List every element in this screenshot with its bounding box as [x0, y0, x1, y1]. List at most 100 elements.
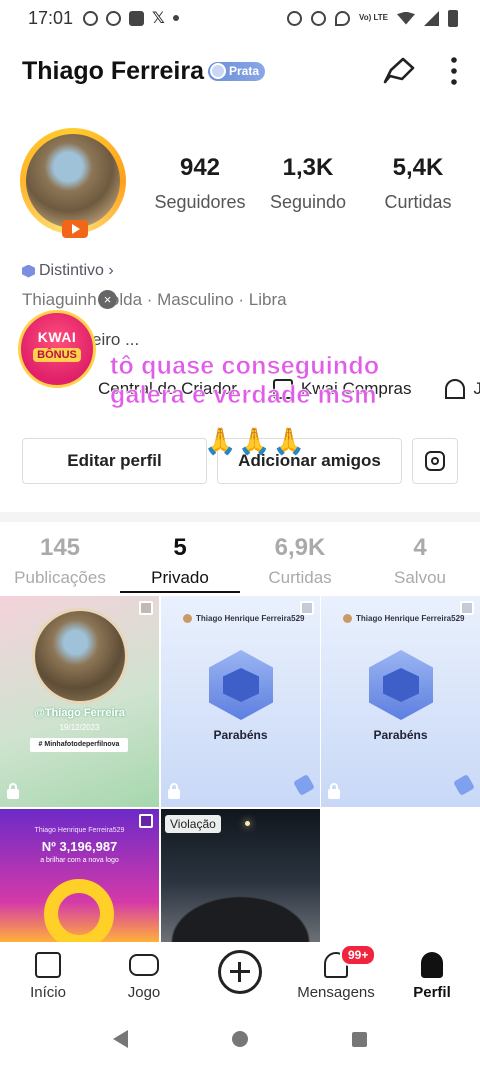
sync-icon: [310, 10, 326, 26]
avatar-dot-icon: [183, 614, 192, 623]
overlay-line2: galera e verdade msm: [110, 381, 377, 410]
close-icon[interactable]: ×: [98, 290, 117, 309]
alarm-icon: [286, 10, 302, 26]
stat-seguindo[interactable]: 1,3K Seguindo: [254, 154, 362, 213]
post-header: Thiago Henrique Ferreira529: [183, 614, 304, 623]
tab-label: Salvou: [394, 568, 446, 587]
post-author: Thiago Henrique Ferreira529: [196, 614, 305, 623]
post-title: Parabéns: [213, 728, 268, 742]
post-header: Thiago Henrique Ferreira529: [343, 614, 464, 623]
app-notification-icon: [83, 10, 99, 26]
tab-count: 145: [39, 534, 81, 561]
whatsapp-icon: [106, 10, 122, 26]
post-author: Thiago Henrique Ferreira529: [356, 614, 465, 623]
recents-icon[interactable]: [352, 1031, 367, 1047]
post-photo: [32, 608, 128, 704]
car-dashboard: [161, 890, 320, 942]
multi-image-icon: [300, 601, 314, 615]
overlay-caption: tô quase conseguindo galera e verdade ms…: [110, 352, 380, 410]
post-thumbnail[interactable]: Violação: [161, 809, 320, 942]
violation-label: Violação: [165, 815, 221, 833]
multi-image-icon: [139, 601, 153, 615]
instagram-icon: [425, 451, 445, 471]
notification-badge: 99+: [340, 944, 377, 966]
nav-mensagens[interactable]: Mensagens 99+: [288, 942, 384, 1012]
tab-label: Privado: [151, 568, 209, 587]
battery-icon: [448, 9, 458, 27]
stat-seguidores[interactable]: 942 Seguidores: [148, 154, 252, 213]
gamepad-icon: [129, 954, 159, 976]
nav-create[interactable]: [192, 942, 288, 1012]
x-icon: 𝕏: [152, 10, 165, 27]
home-icon: [35, 952, 61, 978]
post-thumbnail[interactable]: Thiago Henrique Ferreira529 Nº 3,196,987…: [0, 809, 159, 942]
more-notifications-icon: [172, 15, 179, 21]
post-title: Parabéns: [373, 728, 428, 742]
plus-icon: [218, 950, 262, 994]
level-badge[interactable]: Prata: [208, 61, 266, 81]
tab-count: 6,9K: [274, 534, 326, 561]
nav-label: Início: [30, 984, 66, 1001]
post-thumbnail[interactable]: Thiago Henrique Ferreira529 Parabéns: [161, 596, 320, 807]
location-icon: [334, 10, 350, 26]
home-circle-icon[interactable]: [232, 1031, 248, 1047]
tab-salvou[interactable]: 4 Salvou: [360, 530, 480, 594]
more-options-icon[interactable]: [450, 56, 458, 86]
shortcut-label: Ju: [473, 379, 480, 398]
youtube-icon: [129, 10, 145, 26]
back-icon[interactable]: [113, 1030, 128, 1048]
post-number: Nº 3,196,987: [41, 839, 118, 854]
stat-label: Curtidas: [384, 192, 452, 212]
bottom-navigation: Início Jogo Mensagens 99+ Perfil: [0, 942, 480, 1012]
stat-label: Seguidores: [154, 192, 246, 212]
kwai-bonus-line2: BÔNUS: [33, 348, 81, 362]
nav-label: Perfil: [413, 984, 451, 1001]
shortcut-ju[interactable]: Ju: [445, 379, 480, 399]
tab-curtidas[interactable]: 6,9K Curtidas: [240, 530, 360, 594]
tab-count: 5: [173, 534, 187, 561]
post-hashtag: # Minhafotodeperfilnova: [30, 738, 128, 752]
stat-value: 942: [179, 154, 221, 181]
medal-icon: [209, 650, 273, 720]
tab-privado[interactable]: 5 Privado: [120, 530, 240, 594]
profile-name: Thiago Ferreira: [22, 56, 204, 85]
tab-publicacoes[interactable]: 145 Publicações: [0, 530, 120, 594]
tab-count: 4: [413, 534, 427, 561]
overlay-line1: tô quase conseguindo: [110, 352, 380, 381]
share-icon[interactable]: [382, 56, 416, 86]
clock: 17:01: [28, 7, 74, 28]
nav-label: Mensagens: [297, 984, 375, 1001]
multi-image-icon: [139, 814, 153, 828]
system-icons: Vo) LTE: [286, 9, 458, 27]
street-light: [245, 821, 250, 826]
profile-header: Thiago Ferreira Prata: [0, 46, 480, 96]
praying-hands-emoji: 🙏🙏🙏: [204, 426, 308, 456]
stat-value: 5,4K: [392, 154, 444, 181]
post-grid: @Thiago Ferreira 19/12/2023 # Minhafotod…: [0, 596, 480, 942]
edit-profile-button[interactable]: Editar perfil: [22, 438, 207, 484]
section-divider: [0, 512, 480, 522]
profile-info: Thiaguinh solda · Masculino · Libra: [22, 290, 287, 309]
signal-icon: [424, 10, 439, 26]
nav-inicio[interactable]: Início: [0, 942, 96, 1012]
post-subtitle: a brilhar com a nova logo: [40, 857, 119, 864]
distintivo-link[interactable]: Distintivo ›: [22, 262, 114, 280]
avatar[interactable]: [20, 128, 128, 238]
post-username: @Thiago Ferreira: [34, 707, 125, 719]
avatar-dot-icon: [343, 614, 352, 623]
instagram-button[interactable]: [412, 438, 458, 484]
avatar-frame: [20, 128, 126, 234]
logo-ring: [44, 879, 114, 942]
nav-jogo[interactable]: Jogo: [96, 942, 192, 1012]
stat-curtidas[interactable]: 5,4K Curtidas: [366, 154, 470, 213]
post-thumbnail[interactable]: Thiago Henrique Ferreira529 Parabéns: [321, 596, 480, 807]
post-thumbnail[interactable]: @Thiago Ferreira 19/12/2023 # Minhafotod…: [0, 596, 159, 807]
post-author: Thiago Henrique Ferreira529: [34, 827, 125, 834]
avatar-image: [26, 134, 120, 228]
play-icon: [62, 220, 88, 238]
tent-icon: [445, 379, 466, 399]
level-coin-icon: [210, 63, 226, 79]
nav-perfil[interactable]: Perfil: [384, 942, 480, 1012]
pen-icon: [453, 774, 475, 796]
lock-icon: [328, 783, 340, 799]
